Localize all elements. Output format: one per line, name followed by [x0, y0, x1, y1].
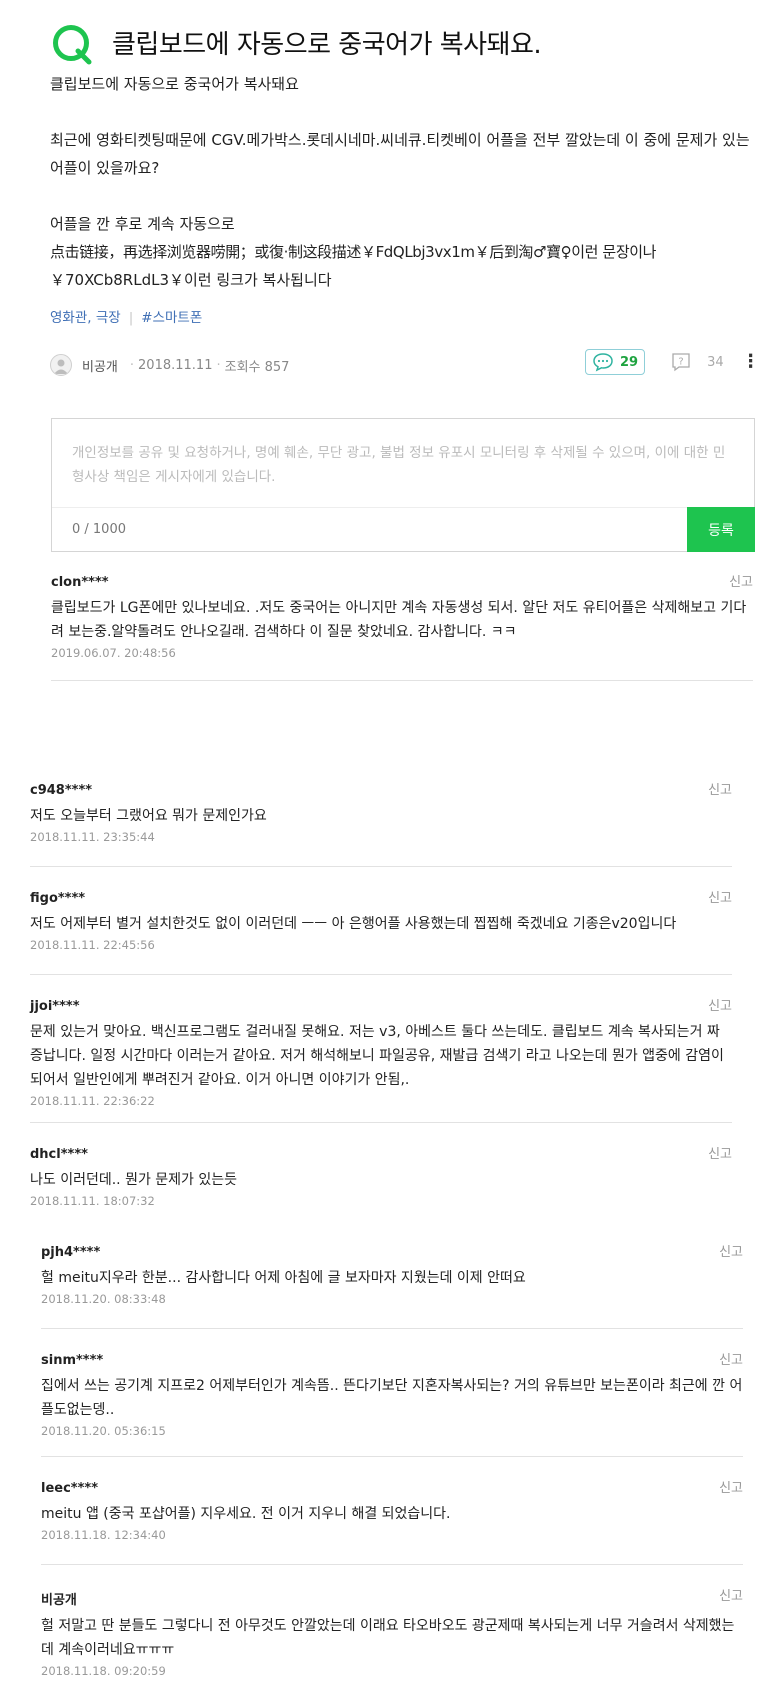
comment-date: 2019.06.07. 20:48:56 — [51, 646, 176, 660]
char-counter: 0 / 1000 — [72, 522, 126, 537]
tag-separator: | — [128, 310, 134, 326]
comment-text: meitu 앱 (중국 포샵어플) 지우세요. 전 이거 지우니 해결 되었습니… — [41, 1506, 451, 1522]
comment-text: 헐 저말고 딴 분들도 그렇다니 전 아무것도 안깔았는데 이래요 타오바오도 … — [41, 1618, 735, 1658]
avatar — [50, 354, 72, 376]
comment-text: 문제 있는거 맞아요. 백신프로그램도 걸러내질 못해요. 저는 v3, 아베스… — [30, 1024, 724, 1088]
question-box-icon: ? — [672, 353, 690, 372]
question-date: 2018.11.11 — [138, 357, 213, 373]
comment-date: 2018.11.11. 22:36:22 — [30, 1094, 155, 1108]
comment-author: pjh4**** — [41, 1245, 101, 1260]
reply-item: sinm**** 신고 집에서 쓰는 공기계 지프로2 어제부터인가 계속뜸..… — [41, 1353, 743, 1438]
comment-item: dhcl**** 신고 나도 이러던데.. 뭔가 문제가 있는듯 2018.11… — [30, 1147, 732, 1208]
comment-author: sinm**** — [41, 1353, 104, 1368]
comment-text: 저도 어제부터 별거 설치한것도 없이 이러던데 ㅡㅡ 아 은행어플 사용했는데… — [30, 916, 677, 932]
report-button[interactable]: 신고 — [719, 1477, 743, 1496]
comment-divider — [41, 1564, 743, 1565]
svg-text:?: ? — [678, 357, 683, 368]
user-icon — [54, 359, 68, 374]
answer-count: 34 — [707, 354, 724, 370]
comment-editor: 개인정보를 공유 및 요청하거나, 명예 훼손, 무단 광고, 불법 정보 유포… — [51, 418, 755, 552]
tag-list: 영화관, 극장 | #스마트폰 — [50, 306, 202, 326]
question-body: 클립보드에 자동으로 중국어가 복사돼요 최근에 영화티켓팅때문에 CGV.메가… — [50, 70, 750, 294]
body-line: 어플을 깐 후로 계속 자동으로 — [50, 215, 235, 233]
body-line: 최근에 영화티켓팅때문에 CGV.메가박스.롯데시네마.씨네큐.티켓베이 어플을… — [50, 131, 750, 177]
comment-author: jjoi**** — [30, 999, 80, 1014]
report-button[interactable]: 신고 — [719, 1349, 743, 1368]
q-logo-icon — [53, 25, 92, 65]
report-button[interactable]: 신고 — [719, 1241, 743, 1260]
comment-divider — [30, 1122, 732, 1123]
report-button[interactable]: 신고 — [708, 995, 732, 1014]
body-line: ￥70XCb8RLdL3￥이런 링크가 복사됩니다 — [50, 271, 332, 289]
report-button[interactable]: 신고 — [729, 571, 753, 590]
question-views: 조회수 857 — [224, 359, 290, 375]
question-stats: 29 ? 34 ⋮ — [585, 349, 760, 375]
report-button[interactable]: 신고 — [708, 887, 732, 906]
comment-item: c948**** 신고 저도 오늘부터 그랬어요 뭐가 문제인가요 2018.1… — [30, 783, 732, 844]
comment-author: figo**** — [30, 891, 86, 906]
comment-count-button[interactable]: 29 — [585, 349, 646, 375]
body-line — [50, 182, 750, 210]
more-options-icon[interactable]: ⋮ — [742, 353, 760, 371]
body-line: 클립보드에 자동으로 중국어가 복사돼요 — [50, 75, 299, 93]
reply-item: leec**** 신고 meitu 앱 (중국 포샵어플) 지우세요. 전 이거… — [41, 1481, 743, 1542]
comment-author: c948**** — [30, 783, 93, 798]
comment-date: 2018.11.20. 05:36:15 — [41, 1424, 166, 1438]
comment-text: 클립보드가 LG폰에만 있나보네요. .저도 중국어는 아니지만 계속 자동생성… — [51, 600, 747, 640]
report-button[interactable]: 신고 — [708, 779, 732, 798]
comment-author: leec**** — [41, 1481, 98, 1496]
comment-item: figo**** 신고 저도 어제부터 별거 설치한것도 없이 이러던데 ㅡㅡ … — [30, 891, 732, 952]
question-author: 비공개 — [82, 359, 118, 375]
comment-item: clon**** 신고 클립보드가 LG폰에만 있나보네요. .저도 중국어는 … — [51, 575, 753, 660]
report-button[interactable]: 신고 — [708, 1143, 732, 1162]
comment-input[interactable]: 개인정보를 공유 및 요청하거나, 명예 훼손, 무단 광고, 불법 정보 유포… — [72, 441, 732, 489]
body-line — [50, 98, 750, 126]
comment-text: 저도 오늘부터 그랬어요 뭐가 문제인가요 — [30, 808, 267, 824]
comment-date: 2018.11.18. 09:20:59 — [41, 1664, 166, 1678]
comment-divider — [30, 974, 732, 975]
tag-category-link[interactable]: 영화관, 극장 — [50, 310, 121, 326]
question-title: 클립보드에 자동으로 중국어가 복사돼요. — [112, 30, 542, 60]
comment-date: 2018.11.18. 12:34:40 — [41, 1528, 166, 1542]
comment-divider — [41, 1328, 743, 1329]
comment-date: 2018.11.20. 08:33:48 — [41, 1292, 166, 1306]
reply-item: pjh4**** 신고 헐 meitu지우라 한분... 감사합니다 어제 아침… — [41, 1245, 743, 1306]
comment-text: 나도 이러던데.. 뭔가 문제가 있는듯 — [30, 1172, 238, 1188]
report-button[interactable]: 신고 — [719, 1585, 743, 1604]
answer-count-button[interactable]: ? 34 — [671, 352, 724, 372]
comment-item: jjoi**** 신고 문제 있는거 맞아요. 백신프로그램도 걸러내질 못해요… — [30, 999, 732, 1108]
speech-bubble-icon — [593, 353, 613, 372]
comment-author: dhcl**** — [30, 1147, 88, 1162]
comment-date: 2018.11.11. 22:45:56 — [30, 938, 155, 952]
comment-author: 비공개 — [41, 1593, 77, 1608]
comment-count: 29 — [620, 354, 639, 370]
submit-button[interactable]: 등록 — [687, 507, 755, 552]
comment-date: 2018.11.11. 18:07:32 — [30, 1194, 155, 1208]
comment-text: 집에서 쓰는 공기계 지프로2 어제부터인가 계속뜸.. 뜬다기보단 지혼자복사… — [41, 1378, 743, 1418]
question-meta: 비공개 · 2018.11.11 · 조회수 857 — [50, 354, 289, 376]
comment-divider — [30, 866, 732, 867]
comment-divider — [51, 680, 753, 681]
comment-author: clon**** — [51, 575, 109, 590]
body-line: 点击链接，再选择浏览器唠開；或復·制这段描述￥FdQLbj3vx1m￥后到淘♂寶… — [50, 243, 657, 261]
reply-item: 비공개 신고 헐 저말고 딴 분들도 그렇다니 전 아무것도 안깔았는데 이래요… — [41, 1589, 743, 1678]
comment-divider — [41, 1456, 743, 1457]
comment-text: 헐 meitu지우라 한분... 감사합니다 어제 아침에 글 보자마자 지웠는… — [41, 1270, 526, 1286]
tag-hashtag-link[interactable]: #스마트폰 — [141, 310, 202, 326]
comment-date: 2018.11.11. 23:35:44 — [30, 830, 155, 844]
